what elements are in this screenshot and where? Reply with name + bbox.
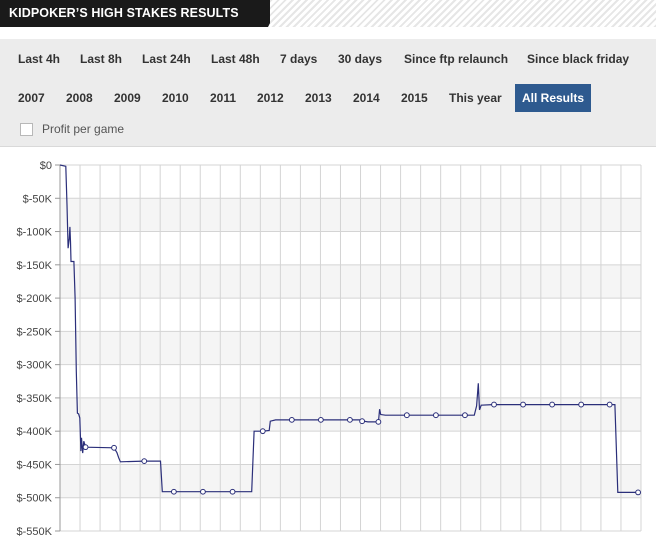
y-tick-label: $-400K	[17, 426, 53, 438]
y-tick-label: $-500K	[17, 493, 53, 505]
filter-2014[interactable]: 2014	[346, 84, 387, 112]
filter-panel: Last 4h Last 8h Last 24h Last 48h 7 days…	[0, 39, 656, 147]
results-chart: $0 $-50K $-100K $-150K $-200K $-250K $-300K $-3…	[0, 150, 656, 541]
y-tick-label: $-100K	[17, 227, 53, 239]
page-header: KIDPOKER’S HIGH STAKES RESULTS	[0, 0, 656, 27]
filter-2015[interactable]: 2015	[394, 84, 435, 112]
filter-last-24h[interactable]: Last 24h	[135, 45, 198, 73]
profit-per-game-label: Profit per game	[42, 122, 125, 136]
filter-7-days[interactable]: 7 days	[273, 45, 324, 73]
data-point	[520, 401, 526, 408]
data-point	[491, 401, 497, 408]
filter-last-48h[interactable]: Last 48h	[204, 45, 267, 73]
data-point	[359, 418, 366, 425]
y-tick-label: $-150K	[17, 260, 53, 272]
data-point	[606, 401, 613, 408]
data-point	[141, 458, 148, 465]
filter-2010[interactable]: 2010	[155, 84, 196, 112]
filter-since-black-friday[interactable]: Since black friday	[520, 45, 636, 73]
filter-2007[interactable]: 2007	[11, 84, 52, 112]
data-point	[578, 401, 585, 408]
y-tick-label: $-300K	[17, 360, 53, 372]
y-tick-label: $0	[40, 160, 52, 172]
data-point	[288, 416, 295, 423]
page-title: KIDPOKER’S HIGH STAKES RESULTS	[9, 6, 239, 20]
y-tick-label: $-550K	[17, 526, 53, 538]
filter-2009[interactable]: 2009	[107, 84, 148, 112]
plot-band	[60, 198, 641, 232]
header-stripes	[270, 0, 656, 27]
y-tick-label: $-50K	[23, 193, 53, 205]
data-point	[82, 444, 89, 451]
data-point	[375, 418, 382, 425]
data-point	[433, 412, 439, 419]
data-point	[259, 428, 266, 435]
filter-30-days[interactable]: 30 days	[331, 45, 389, 73]
y-tick-label: $-250K	[17, 326, 53, 338]
data-point	[170, 488, 177, 495]
filter-2011[interactable]: 2011	[203, 84, 243, 112]
results-chart-svg: $0 $-50K $-100K $-150K $-200K $-250K $-300K $-3…	[17, 160, 642, 538]
data-point	[549, 401, 556, 408]
filter-since-ftp-relaunch[interactable]: Since ftp relaunch	[397, 45, 515, 73]
data-point	[200, 488, 206, 495]
filter-2013[interactable]: 2013	[298, 84, 339, 112]
header-title-bar: KIDPOKER’S HIGH STAKES RESULTS	[0, 0, 282, 27]
filter-last-8h[interactable]: Last 8h	[73, 45, 129, 73]
filter-2012[interactable]: 2012	[250, 84, 291, 112]
data-point	[317, 416, 324, 423]
filter-last-4h[interactable]: Last 4h	[11, 45, 67, 73]
data-point	[403, 412, 410, 419]
filter-this-year[interactable]: This year	[442, 84, 509, 112]
plot-band	[60, 331, 641, 365]
profit-per-game-checkbox[interactable]	[20, 123, 33, 136]
y-tick-label: $-350K	[17, 393, 53, 405]
data-point	[635, 489, 641, 496]
y-tick-label: $-450K	[17, 459, 53, 471]
plot-band	[60, 264, 641, 299]
data-point	[462, 412, 468, 419]
filter-all-results[interactable]: All Results	[515, 84, 591, 112]
data-point	[229, 488, 236, 495]
filter-2008[interactable]: 2008	[59, 84, 100, 112]
data-point	[111, 444, 117, 451]
plot-band	[60, 464, 641, 498]
y-tick-label: $-200K	[17, 293, 53, 305]
data-point	[347, 416, 353, 423]
